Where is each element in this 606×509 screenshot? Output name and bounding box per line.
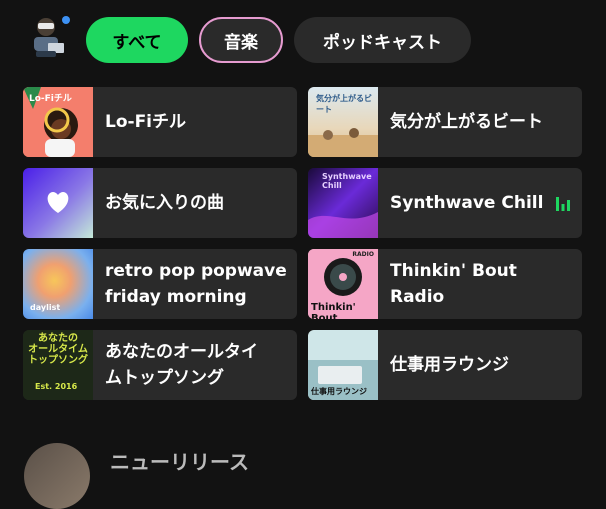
card-title: 仕事用ラウンジ <box>390 355 509 375</box>
shortcut-card-mood-booster[interactable]: 気分が上がるビート 気分が上がるビート <box>308 87 582 157</box>
synthwave-chill-thumbnail: Synthwave Chill <box>308 168 378 238</box>
thinkin-bout-thumbnail-text: Thinkin' Bout <box>311 302 356 319</box>
card-title: Lo-Fiチル <box>105 112 187 132</box>
card-title: お気に入りの曲 <box>105 193 224 213</box>
card-title: retro pop popwave friday morning <box>105 261 287 307</box>
thinkin-bout-radio-thumbnail: RADIO Thinkin' Bout <box>308 249 378 319</box>
work-lounge-thumbnail-text: 仕事用ラウンジ <box>311 387 367 396</box>
now-playing-equalizer-icon <box>556 197 570 211</box>
card-title: あなたのオールタイ ムトップソング <box>105 342 258 388</box>
liked-songs-thumbnail <box>23 168 93 238</box>
est-badge: Est. 2016 <box>35 382 78 391</box>
all-time-top-songs-thumbnail: あなたの オールタイム トップソング Est. 2016 <box>23 330 93 400</box>
new-releases-artist-thumbnail[interactable] <box>24 443 90 509</box>
top-songs-thumbnail-text: あなたの オールタイム トップソング <box>28 333 88 366</box>
shortcut-card-work-lounge[interactable]: 仕事用ラウンジ 仕事用ラウンジ <box>308 330 582 400</box>
shortcut-card-daylist[interactable]: daylist retro pop popwave friday morning <box>23 249 297 319</box>
shortcut-card-lofi-chill[interactable]: Lo-Fiチル Lo-Fiチル <box>23 87 297 157</box>
filter-chip-podcasts[interactable]: ポッドキャスト <box>294 17 471 63</box>
section-title-new-releases: ニューリリース <box>110 450 249 474</box>
filter-chip-music[interactable]: 音楽 <box>199 17 283 63</box>
filter-chip-all[interactable]: すべて <box>86 17 188 63</box>
daylist-thumbnail: daylist <box>23 249 93 319</box>
radio-badge: RADIO <box>352 251 374 258</box>
heart-icon <box>47 192 69 213</box>
mood-booster-thumbnail: 気分が上がるビート <box>308 87 378 157</box>
shortcut-card-synthwave-chill[interactable]: Synthwave Chill Synthwave Chill <box>308 168 582 238</box>
card-title: Synthwave Chill <box>390 193 544 213</box>
daylist-thumbnail-text: daylist <box>30 303 61 312</box>
notification-dot <box>62 16 70 24</box>
card-title: 気分が上がるビート <box>390 112 543 132</box>
lofi-chill-thumbnail: Lo-Fiチル <box>23 87 93 157</box>
shortcut-card-thinkin-bout-radio[interactable]: RADIO Thinkin' Bout Thinkin' Bout Radio <box>308 249 582 319</box>
shortcut-card-all-time-top-songs[interactable]: あなたの オールタイム トップソング Est. 2016 あなたのオールタイ ム… <box>23 330 297 400</box>
lofi-thumbnail-text: Lo-Fiチル <box>29 94 72 104</box>
work-lounge-thumbnail: 仕事用ラウンジ <box>308 330 378 400</box>
synthwave-thumbnail-text: Synthwave Chill <box>322 172 372 190</box>
card-title: Thinkin' Bout Radio <box>390 261 517 307</box>
mood-booster-thumbnail-text: 気分が上がるビート <box>316 94 372 114</box>
shortcut-card-liked-songs[interactable]: お気に入りの曲 <box>23 168 297 238</box>
